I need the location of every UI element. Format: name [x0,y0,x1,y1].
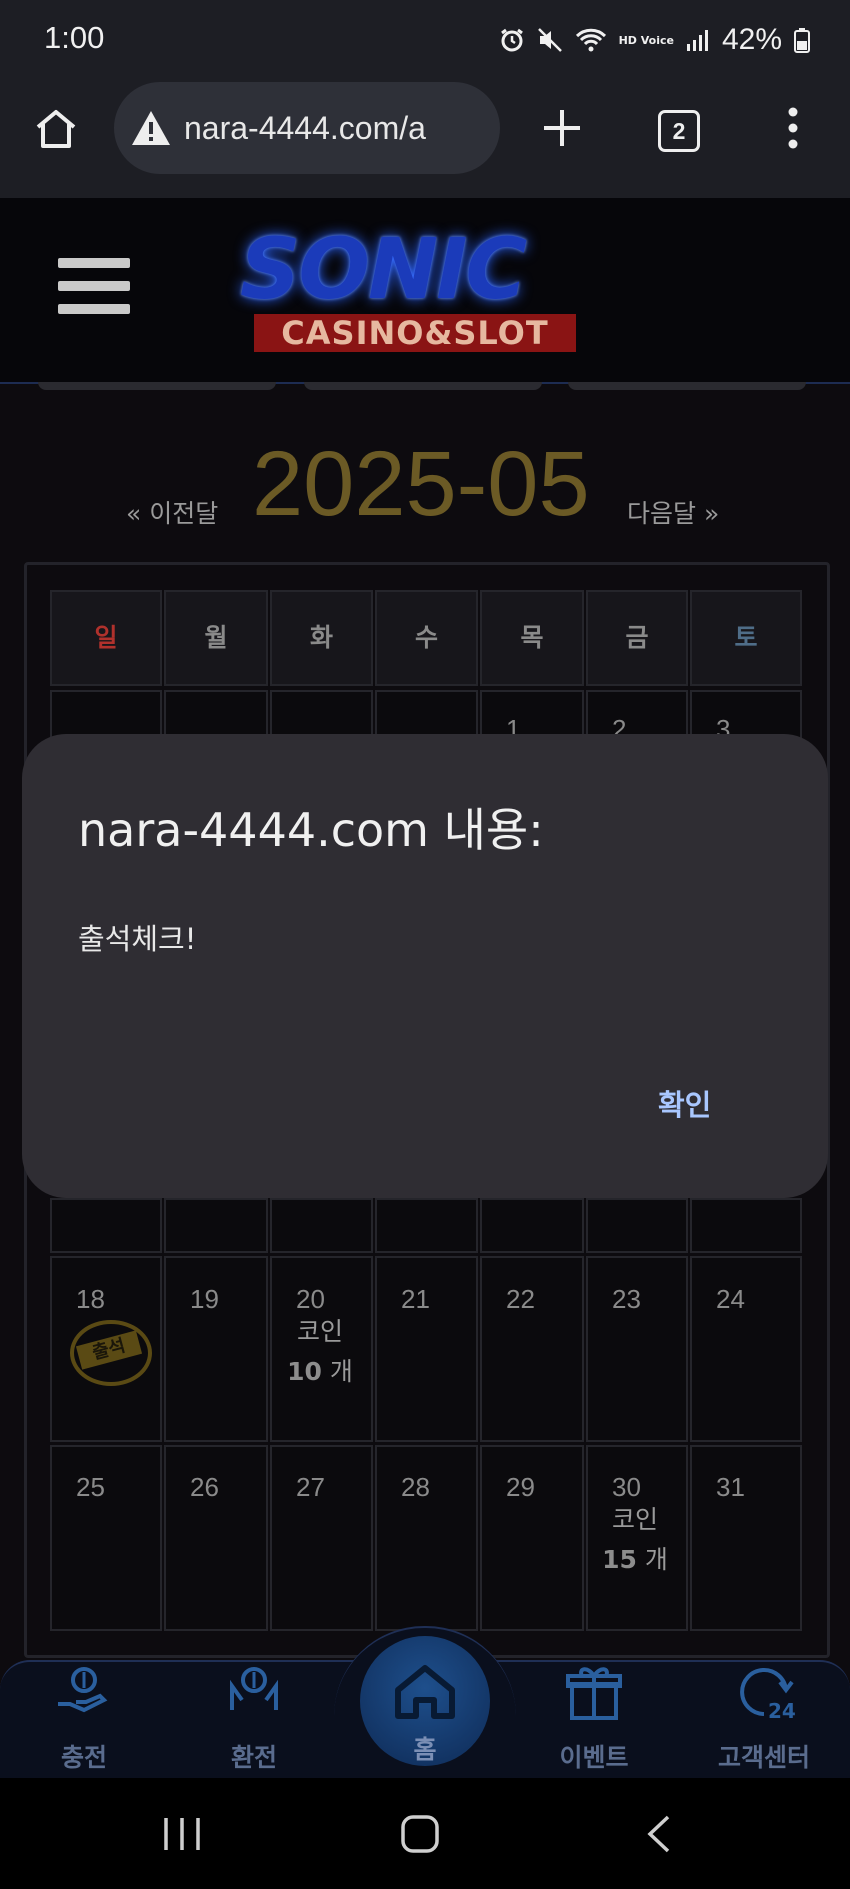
status-icons: HD Voice 42% [499,20,810,60]
hd-voice-icon: HD Voice [618,33,674,47]
day-number: 21 [401,1284,430,1314]
coin-unit: 개 [329,1357,353,1386]
alert-dialog: nara-4444.com 내용: 출석체크! 확인 [22,734,828,1198]
day-number: 26 [190,1472,219,1502]
day-number: 29 [506,1472,535,1502]
weekday-header: 일 [50,590,162,686]
month-navigation: « 이전달 2025-05 다음달 » [0,432,850,535]
back-icon[interactable] [646,1814,672,1854]
month-title: 2025-05 [252,433,590,535]
exchange-icon [230,1667,278,1710]
day-number: 28 [401,1472,430,1502]
logo-title[interactable]: SONIC [240,220,527,318]
coin-label: 코인 [296,1317,343,1346]
dialog-title: nara-4444.com 내용: [78,803,544,857]
day-number: 23 [612,1284,641,1314]
coin-label: 코인 [611,1505,658,1534]
system-home-icon[interactable] [400,1814,440,1854]
calendar-cell[interactable] [586,1198,688,1253]
day-number: 18 [76,1284,105,1314]
system-nav-bar [0,1778,850,1889]
tab-stub[interactable] [568,382,806,390]
new-tab-icon[interactable] [542,108,582,148]
weekday-header: 목 [480,590,584,686]
prev-month-link[interactable]: « 이전달 [126,494,218,530]
battery-percent: 42% [721,23,782,56]
coin-unit: 개 [644,1545,668,1574]
svg-text:24: 24 [768,1699,796,1723]
warning-icon[interactable] [130,109,172,147]
nav-charge-label: 충전 [60,1743,107,1772]
address-bar[interactable]: nara-4444.com/a [114,82,500,174]
nav-exchange[interactable]: 환전 [184,1660,324,1774]
nav-event[interactable]: 이벤트 [524,1660,664,1774]
nav-support[interactable]: 24 고객센터 [694,1660,834,1774]
more-menu-icon[interactable] [784,106,802,150]
status-bar: 1:00 HD Voice 42% [0,0,850,80]
browser-toolbar: nara-4444.com/a 2 [0,80,850,198]
day-number: 25 [76,1472,105,1502]
day-number: 31 [716,1472,745,1502]
battery-icon [794,28,810,53]
coin-reward-20: 코인 10 개 [270,1312,370,1392]
weekday-header: 토 [690,590,802,686]
day-number: 24 [716,1284,745,1314]
calendar-cell[interactable] [480,1198,584,1253]
coin-amount: 15 [602,1545,637,1574]
next-month-link[interactable]: 다음달 » [627,494,719,530]
calendar-cell[interactable] [270,1198,373,1253]
status-time: 1:00 [44,20,105,55]
logo-subtitle: CASINO&SLOT [254,314,576,352]
day-number: 30 [612,1472,641,1502]
gift-icon [566,1667,622,1720]
site-header: SONIC CASINO&SLOT [0,198,850,384]
home-icon[interactable] [34,107,78,151]
day-number: 20 [296,1284,325,1314]
day-number: 27 [296,1472,325,1502]
wifi-icon [575,28,606,52]
calendar-cell[interactable] [164,1198,268,1253]
day-number: 19 [190,1284,219,1314]
weekday-header: 금 [586,590,688,686]
calendar-cell[interactable] [690,1256,802,1442]
coin-amount: 10 [287,1357,322,1386]
ok-button[interactable]: 확인 [658,1082,711,1124]
charge-icon [58,1667,108,1713]
url-text: nara-4444.com/a [184,109,426,146]
recent-apps-icon[interactable] [162,1816,202,1852]
mute-icon [537,28,562,52]
alarm-icon [500,28,523,52]
calendar-cell[interactable] [50,1198,162,1253]
nav-exchange-label: 환전 [230,1743,277,1772]
tab-stub[interactable] [38,382,276,390]
tab-stub[interactable] [304,382,542,390]
weekday-header: 월 [164,590,268,686]
weekday-header: 화 [270,590,373,686]
home-nav-icon [395,1665,455,1719]
nav-support-label: 고객센터 [717,1743,810,1772]
calendar-cell[interactable] [50,1445,162,1631]
calendar-cell[interactable] [690,1198,802,1253]
menu-icon[interactable] [58,258,130,327]
nav-charge[interactable]: 충전 [14,1660,154,1774]
signal-icon [686,30,708,51]
nav-home-label: 홈 [413,1735,437,1764]
calendar-cell[interactable] [375,1198,478,1253]
weekday-header: 수 [375,590,478,686]
nav-event-label: 이벤트 [559,1743,629,1772]
coin-reward-30: 코인 15 개 [585,1500,685,1580]
support-24-icon: 24 [740,1668,796,1723]
tab-switcher-button[interactable]: 2 [658,110,700,152]
calendar-cell[interactable] [690,1445,802,1631]
day-number: 22 [506,1284,535,1314]
dialog-message: 출석체크! [78,922,197,956]
